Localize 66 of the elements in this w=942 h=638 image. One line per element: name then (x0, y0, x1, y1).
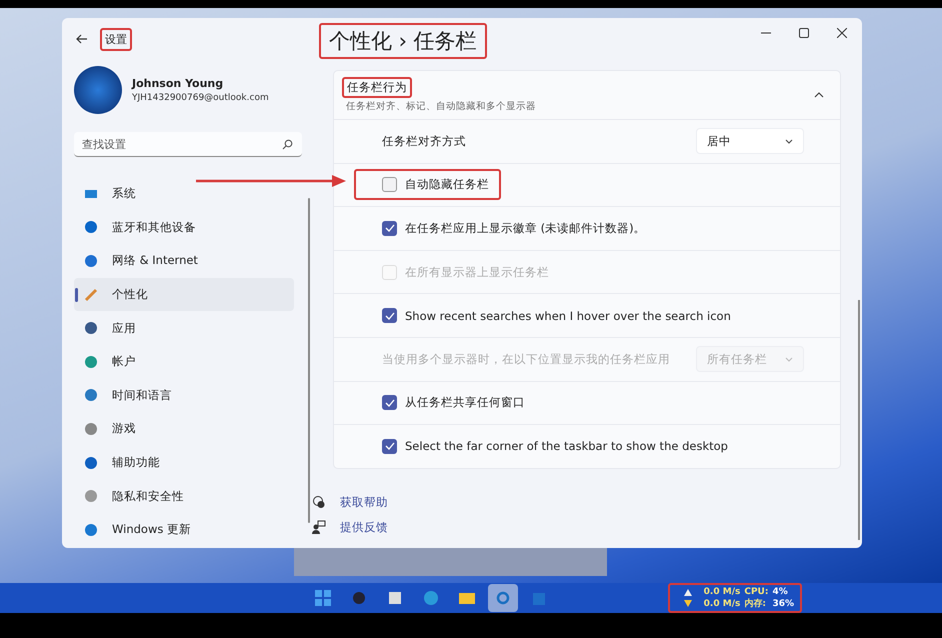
nav-icon (84, 456, 98, 470)
checkbox[interactable] (382, 308, 397, 324)
checkmark-icon (384, 312, 394, 320)
memory-usage: 36% (772, 598, 794, 610)
avatar-circle (74, 66, 122, 114)
nav-icon (84, 522, 98, 537)
nav-item[interactable]: 帐户 (74, 344, 294, 379)
nav-icon (84, 422, 98, 436)
nav-icon (84, 254, 98, 268)
checkbox[interactable] (382, 177, 397, 192)
nav-item[interactable]: 隐私和安全性 (74, 479, 294, 513)
chevron-down-icon (785, 356, 793, 362)
help-link[interactable]: 提供反馈 (340, 520, 388, 535)
help-link[interactable]: 获取帮助 (340, 494, 388, 510)
feedback-icon (312, 520, 326, 534)
nav-item[interactable]: 系统 (74, 177, 294, 211)
memory-label: 内存: (744, 598, 767, 610)
checkbox[interactable] (382, 395, 397, 410)
checkbox-label: 在所有显示器上显示任务栏 (405, 264, 549, 280)
nav-icon (84, 321, 98, 336)
nav-icon (84, 354, 98, 369)
nav-item[interactable]: 蓝牙和其他设备 (74, 210, 294, 244)
close-icon[interactable] (837, 28, 847, 38)
nav-icon (84, 489, 98, 504)
cpu-usage: 4% (772, 586, 789, 598)
download-speed: 0.0 M/s (704, 598, 740, 610)
checkmark-icon (384, 398, 394, 407)
nav-item[interactable]: 网络 & Internet (74, 244, 294, 278)
down-arrow-icon (684, 600, 692, 607)
checkbox-label: Show recent searches when I hover over the search icon (405, 308, 731, 323)
nav-item[interactable]: 辅助功能 (74, 446, 294, 480)
chevron-down-icon (785, 138, 793, 144)
help-icon (312, 495, 326, 510)
checkbox[interactable] (382, 438, 397, 454)
nav-icon (84, 388, 98, 402)
checkbox-label: Select the far corner of the taskbar to show the desktop (405, 439, 728, 454)
checkmark-icon (384, 442, 394, 450)
checkbox-label: 从任务栏共享任何窗口 (405, 395, 525, 410)
cpu-label: CPU: (744, 586, 768, 598)
nav-item[interactable]: 应用 (74, 311, 294, 345)
dropdown[interactable]: 居中 (696, 128, 804, 154)
section-subtitle: 任务栏对齐、标记、自动隐藏和多个显示器 (346, 100, 536, 113)
app-title: 设置 (100, 28, 132, 50)
profile-email: YJH1432900769@outlook.com (132, 93, 269, 103)
chevron-icon[interactable] (814, 92, 824, 98)
back-arrow-icon[interactable] (76, 34, 88, 44)
checkbox-label: 在任务栏应用上显示徽章 (未读邮件计数器)。 (405, 220, 646, 236)
nav-item[interactable]: 游戏 (74, 412, 294, 446)
checkbox[interactable] (382, 220, 397, 236)
nav-icon (84, 220, 98, 234)
checkbox-label: 自动隐藏任务栏 (405, 177, 489, 192)
nav-item[interactable]: Windows 更新 (74, 512, 294, 547)
search-icon (282, 139, 293, 150)
nav-icon (84, 288, 98, 302)
nav-item[interactable]: 个性化 (74, 278, 294, 312)
search-field[interactable]: 查找设置 (74, 132, 302, 157)
setting-label: 当使用多个显示器时，在以下位置显示我的任务栏应用 (382, 352, 670, 367)
up-arrow-icon (684, 589, 692, 596)
upload-speed: 0.0 M/s (704, 586, 740, 598)
maximize-icon[interactable] (799, 28, 809, 38)
profile-name: Johnson Young (132, 77, 224, 90)
nav-item[interactable]: 时间和语言 (74, 378, 294, 412)
checkmark-icon (384, 224, 394, 232)
page-breadcrumb: 个性化 › 任务栏 (319, 23, 487, 59)
setting-label: 任务栏对齐方式 (382, 134, 466, 149)
section-title: 任务栏行为 (342, 77, 412, 98)
